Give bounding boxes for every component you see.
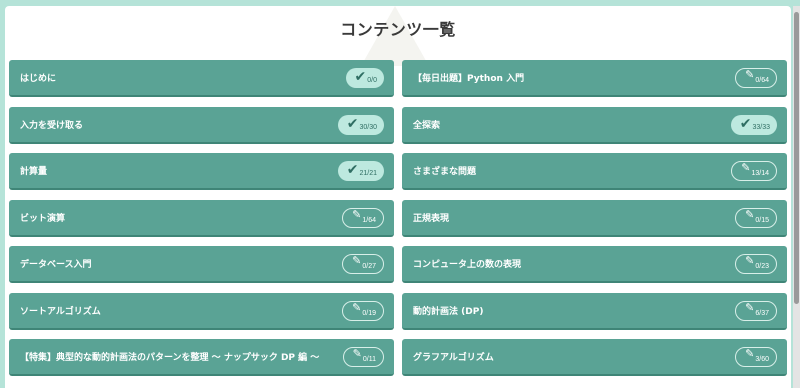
content-card[interactable]: 計算量 ✔ 21/21 — [9, 153, 394, 190]
content-card-label: 動的計画法 (DP) — [413, 307, 484, 317]
pencil-icon: ✎ — [745, 209, 755, 221]
content-panel: コンテンツ一覧 はじめに ✔ 0/0 入力を受け取る ✔ 30/30 計算量 ✔ 21/21 ビッ… — [5, 6, 791, 388]
content-card-label: ビット演算 — [20, 214, 66, 224]
progress-badge: ✎ 0/15 — [735, 207, 777, 228]
content-card-label: さまざまな問題 — [413, 167, 477, 177]
scrollbar-thumb[interactable] — [794, 12, 799, 304]
check-icon: ✔ — [346, 160, 359, 177]
progress-badge: ✎ 13/14 — [731, 160, 777, 181]
content-card-label: コンピュータ上の数の表現 — [413, 260, 522, 270]
check-icon: ✔ — [739, 114, 752, 131]
page-title: コンテンツ一覧 — [340, 20, 456, 39]
progress-count: 13/14 — [751, 170, 769, 177]
check-icon: ✔ — [346, 114, 359, 131]
content-card[interactable]: グラフアルゴリズム ✎ 3/60 — [402, 339, 787, 376]
content-card[interactable]: データベース入門 ✎ 0/27 — [9, 246, 394, 283]
progress-count: 0/23 — [755, 263, 769, 270]
content-card-label: 【特集】典型的な動的計画法のパターンを整理 〜 ナップサック DP 編 〜 — [20, 353, 320, 363]
content-card[interactable]: コンピュータ上の数の表現 ✎ 0/23 — [402, 246, 787, 283]
progress-badge: ✎ 6/37 — [735, 300, 777, 321]
progress-count: 3/60 — [755, 356, 769, 363]
progress-badge: ✔ 33/33 — [730, 114, 777, 135]
pencil-icon: ✎ — [745, 69, 755, 81]
content-card-label: 全探索 — [413, 121, 441, 131]
content-card[interactable]: 入力を受け取る ✔ 30/30 — [9, 107, 394, 144]
pencil-icon: ✎ — [745, 348, 755, 360]
content-card-label: ソートアルゴリズム — [20, 307, 101, 317]
content-card[interactable]: ソートアルゴリズム ✎ 0/19 — [9, 293, 394, 330]
pencil-icon: ✎ — [745, 302, 755, 314]
content-card-label: グラフアルゴリズム — [413, 353, 494, 363]
progress-count: 33/33 — [752, 124, 770, 131]
content-card-label: 入力を受け取る — [20, 121, 84, 131]
content-card[interactable]: はじめに ✔ 0/0 — [9, 60, 394, 97]
scrollbar[interactable] — [793, 6, 800, 388]
progress-count: 0/0 — [367, 77, 377, 84]
progress-count: 0/27 — [362, 263, 376, 270]
progress-count: 0/19 — [362, 310, 376, 317]
content-card[interactable]: 【特集】典型的な動的計画法のパターンを整理 〜 ナップサック DP 編 〜 ✎ 0/… — [9, 339, 394, 376]
progress-badge: ✔ 30/30 — [337, 114, 384, 135]
progress-badge: ✔ 0/0 — [345, 67, 384, 88]
progress-count: 21/21 — [359, 170, 377, 177]
progress-count: 0/15 — [755, 217, 769, 224]
content-card[interactable]: 【毎日出題】Python 入門 ✎ 0/64 — [402, 60, 787, 97]
content-card[interactable]: ビット演算 ✎ 1/64 — [9, 200, 394, 237]
pencil-icon: ✎ — [352, 209, 362, 221]
pencil-icon: ✎ — [352, 348, 362, 360]
content-card[interactable]: 正規表現 ✎ 0/15 — [402, 200, 787, 237]
progress-count: 6/37 — [755, 310, 769, 317]
content-card[interactable]: 全探索 ✔ 33/33 — [402, 107, 787, 144]
content-card-label: 正規表現 — [413, 214, 450, 224]
progress-badge: ✎ 0/11 — [342, 346, 384, 367]
content-card-label: はじめに — [20, 74, 57, 84]
content-card-label: 計算量 — [20, 167, 48, 177]
progress-badge: ✎ 0/23 — [735, 253, 777, 274]
content-card[interactable]: さまざまな問題 ✎ 13/14 — [402, 153, 787, 190]
progress-count: 30/30 — [359, 124, 377, 131]
progress-badge: ✎ 0/27 — [342, 253, 384, 274]
progress-badge: ✔ 21/21 — [337, 160, 384, 181]
progress-count: 0/11 — [362, 356, 376, 363]
progress-count: 0/64 — [755, 77, 769, 84]
progress-badge: ✎ 0/64 — [735, 67, 777, 88]
progress-badge: ✎ 3/60 — [735, 346, 777, 367]
pencil-icon: ✎ — [741, 162, 751, 174]
content-card-label: データベース入門 — [20, 260, 92, 270]
progress-badge: ✎ 0/19 — [342, 300, 384, 321]
check-icon: ✔ — [354, 67, 367, 84]
content-card-label: 【毎日出題】Python 入門 — [413, 74, 525, 84]
progress-badge: ✎ 1/64 — [342, 207, 384, 228]
pencil-icon: ✎ — [745, 255, 755, 267]
content-card[interactable]: 動的計画法 (DP) ✎ 6/37 — [402, 293, 787, 330]
pencil-icon: ✎ — [352, 302, 362, 314]
progress-count: 1/64 — [362, 217, 376, 224]
pencil-icon: ✎ — [352, 255, 362, 267]
